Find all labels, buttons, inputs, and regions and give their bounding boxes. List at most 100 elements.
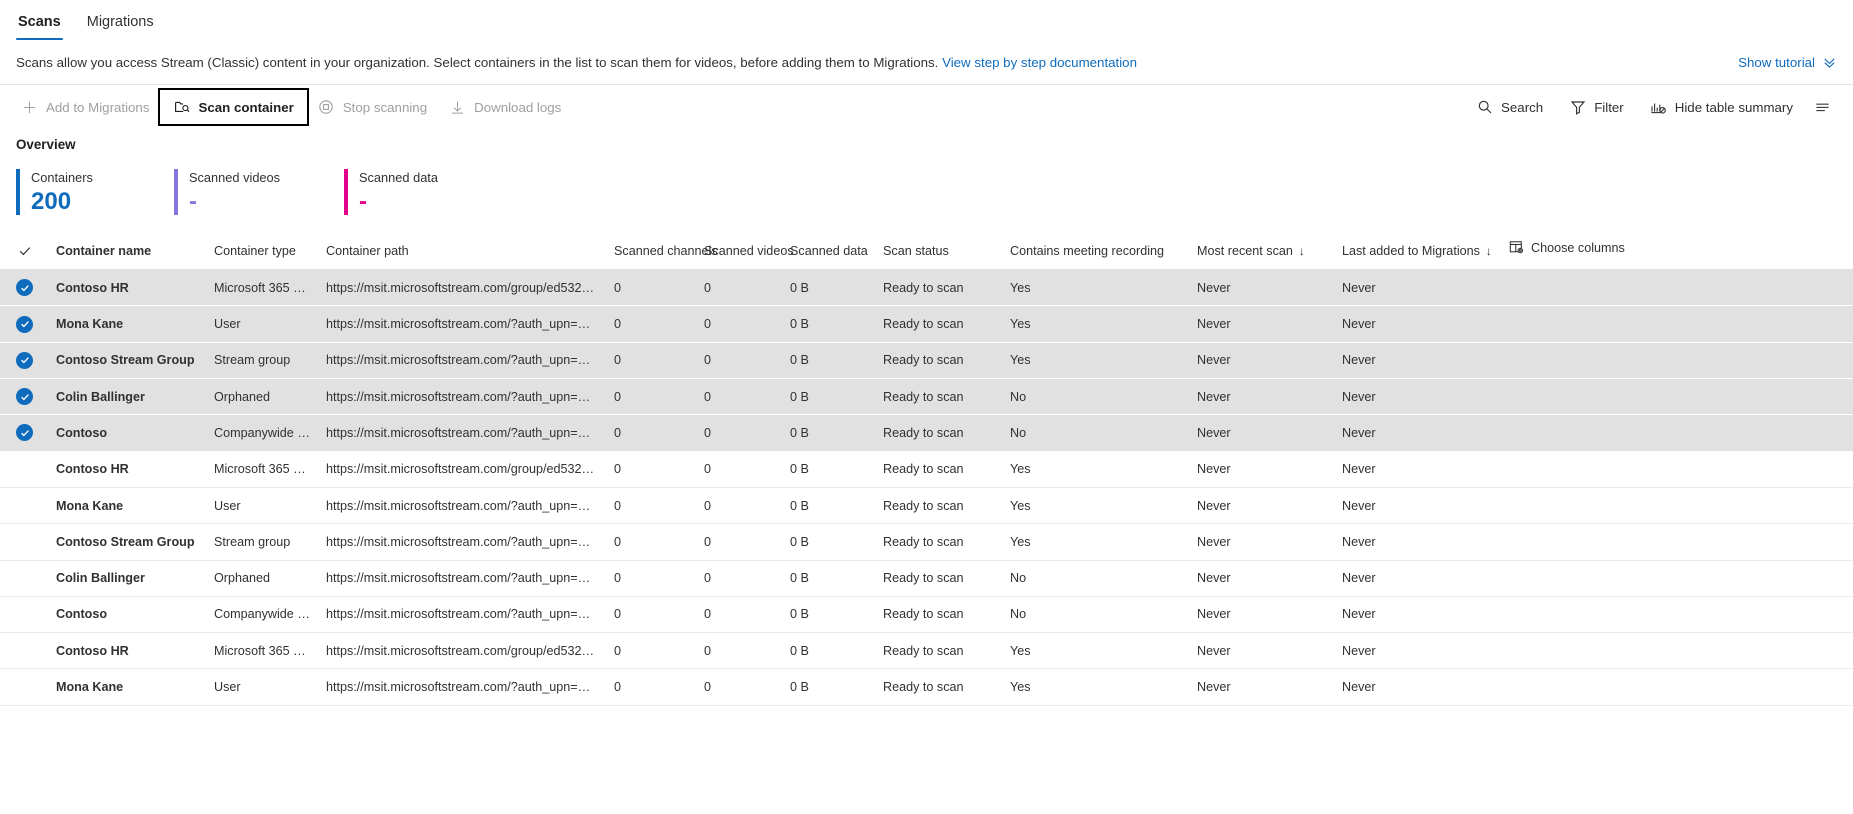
choose-columns-header[interactable]: Choose columns (1501, 234, 1853, 270)
cell-scan-status: Ready to scan (875, 451, 1002, 487)
row-select-cell[interactable] (0, 379, 48, 415)
cell-container-path: https://msit.microsoftstream.com/?auth_u… (318, 524, 606, 560)
table-row[interactable]: Contoso Stream GroupStream grouphttps://… (0, 342, 1853, 378)
table-row[interactable]: Mona KaneUserhttps://msit.microsoftstrea… (0, 487, 1853, 523)
table-row[interactable]: Mona KaneUserhttps://msit.microsoftstrea… (0, 306, 1853, 342)
row-select-cell[interactable] (0, 669, 48, 705)
cell-container-name: Contoso HR (48, 633, 206, 669)
table-row[interactable]: Contoso HRMicrosoft 365 grouphttps://msi… (0, 451, 1853, 487)
cell-scan-status: Ready to scan (875, 633, 1002, 669)
stop-scanning-button[interactable]: Stop scanning (307, 91, 438, 123)
choose-columns-label: Choose columns (1531, 241, 1625, 255)
cell-container-path: https://msit.microsoftstream.com/?auth_u… (318, 596, 606, 632)
containers-table: Container name Container type Container … (0, 234, 1853, 706)
cell-spacer (1501, 524, 1853, 560)
cell-scan-status: Ready to scan (875, 560, 1002, 596)
column-header-scan-status[interactable]: Scan status (875, 234, 1002, 270)
row-selected-icon[interactable] (16, 424, 33, 441)
row-select-cell[interactable] (0, 524, 48, 560)
table-row[interactable]: Contoso Stream GroupStream grouphttps://… (0, 524, 1853, 560)
show-tutorial-button[interactable]: Show tutorial (1738, 55, 1837, 70)
column-header-most-recent-scan[interactable]: Most recent scan↓ (1189, 234, 1334, 270)
choose-columns-button[interactable]: Choose columns (1509, 240, 1625, 255)
row-select-cell[interactable] (0, 270, 48, 306)
description-text: Scans allow you access Stream (Classic) … (16, 54, 1137, 71)
metric-scanned-data-accent-bar (344, 169, 348, 215)
overview-title: Overview (16, 137, 1837, 152)
cell-most-recent-scan: Never (1189, 306, 1334, 342)
tab-scans[interactable]: Scans (16, 5, 63, 41)
cell-container-type: Companywide channel (206, 415, 318, 451)
column-header-container-name[interactable]: Container name (48, 234, 206, 270)
search-label: Search (1501, 100, 1543, 115)
select-all-header[interactable] (0, 234, 48, 270)
table-row[interactable]: ContosoCompanywide channelhttps://msit.m… (0, 596, 1853, 632)
download-logs-button[interactable]: Download logs (438, 91, 572, 123)
cell-last-added-to-migrations: Never (1334, 306, 1501, 342)
cell-last-added-to-migrations: Never (1334, 270, 1501, 306)
hide-table-summary-button[interactable]: Hide table summary (1637, 91, 1806, 123)
column-header-scanned-videos[interactable]: Scanned videos (696, 234, 782, 270)
cell-last-added-to-migrations: Never (1334, 669, 1501, 705)
tab-bar: Scans Migrations (0, 0, 1853, 40)
column-header-last-added-to-migrations[interactable]: Last added to Migrations↓ (1334, 234, 1501, 270)
row-selected-icon[interactable] (16, 352, 33, 369)
table-row[interactable]: Colin BallingerOrphanedhttps://msit.micr… (0, 379, 1853, 415)
metric-scanned-videos-label: Scanned videos (189, 169, 280, 186)
cell-container-name: Contoso (48, 596, 206, 632)
tab-migrations[interactable]: Migrations (85, 5, 156, 41)
cell-scanned-data: 0 B (782, 596, 875, 632)
row-select-cell[interactable] (0, 560, 48, 596)
add-to-migrations-button[interactable]: Add to Migrations (10, 91, 160, 123)
column-header-scanned-data[interactable]: Scanned data (782, 234, 875, 270)
cell-container-path: https://msit.microsoftstream.com/group/e… (318, 451, 606, 487)
row-select-cell[interactable] (0, 487, 48, 523)
column-header-scanned-channels[interactable]: Scanned channels (606, 234, 696, 270)
cell-scanned-videos: 0 (696, 379, 782, 415)
cell-spacer (1501, 270, 1853, 306)
row-select-cell[interactable] (0, 342, 48, 378)
sort-descending-icon: ↓ (1299, 244, 1305, 258)
scan-container-button[interactable]: Scan container (160, 90, 306, 124)
cell-container-type: User (206, 487, 318, 523)
cell-scanned-videos: 0 (696, 487, 782, 523)
table-row[interactable]: ContosoCompanywide channelhttps://msit.m… (0, 415, 1853, 451)
search-button[interactable]: Search (1463, 91, 1556, 123)
column-header-container-path[interactable]: Container path (318, 234, 606, 270)
cell-scanned-data: 0 B (782, 669, 875, 705)
cell-contains-meeting-recording: Yes (1002, 270, 1189, 306)
filter-button[interactable]: Filter (1556, 91, 1637, 123)
row-selected-icon[interactable] (16, 279, 33, 296)
cell-scan-status: Ready to scan (875, 669, 1002, 705)
list-view-button[interactable] (1806, 91, 1839, 123)
metric-scanned-data-value: - (359, 188, 438, 216)
metric-containers-value: 200 (31, 188, 93, 216)
table-row[interactable]: Contoso HRMicrosoft 365 grouphttps://msi… (0, 270, 1853, 306)
row-select-cell[interactable] (0, 596, 48, 632)
chevron-double-down-icon (1822, 55, 1837, 70)
column-header-contains-meeting-recording[interactable]: Contains meeting recording (1002, 234, 1189, 270)
step-by-step-documentation-link[interactable]: View step by step documentation (942, 55, 1137, 70)
row-select-cell[interactable] (0, 415, 48, 451)
cell-container-type: Orphaned (206, 379, 318, 415)
column-header-container-type[interactable]: Container type (206, 234, 318, 270)
row-select-cell[interactable] (0, 633, 48, 669)
table-row[interactable]: Mona KaneUserhttps://msit.microsoftstrea… (0, 669, 1853, 705)
stop-circle-icon (318, 99, 335, 116)
cell-scan-status: Ready to scan (875, 379, 1002, 415)
cell-last-added-to-migrations: Never (1334, 415, 1501, 451)
overview-section: Overview Containers 200 Scanned videos -… (0, 129, 1853, 215)
sort-descending-icon-2: ↓ (1486, 244, 1492, 258)
row-select-cell[interactable] (0, 306, 48, 342)
row-selected-icon[interactable] (16, 316, 33, 333)
row-selected-icon[interactable] (16, 388, 33, 405)
row-select-cell[interactable] (0, 451, 48, 487)
stop-scanning-label: Stop scanning (343, 100, 427, 115)
cell-scanned-data: 0 B (782, 415, 875, 451)
cell-contains-meeting-recording: Yes (1002, 451, 1189, 487)
table-row[interactable]: Contoso HRMicrosoft 365 grouphttps://msi… (0, 633, 1853, 669)
cell-scan-status: Ready to scan (875, 487, 1002, 523)
cell-scanned-channels: 0 (606, 306, 696, 342)
cell-scanned-data: 0 B (782, 633, 875, 669)
table-row[interactable]: Colin BallingerOrphanedhttps://msit.micr… (0, 560, 1853, 596)
